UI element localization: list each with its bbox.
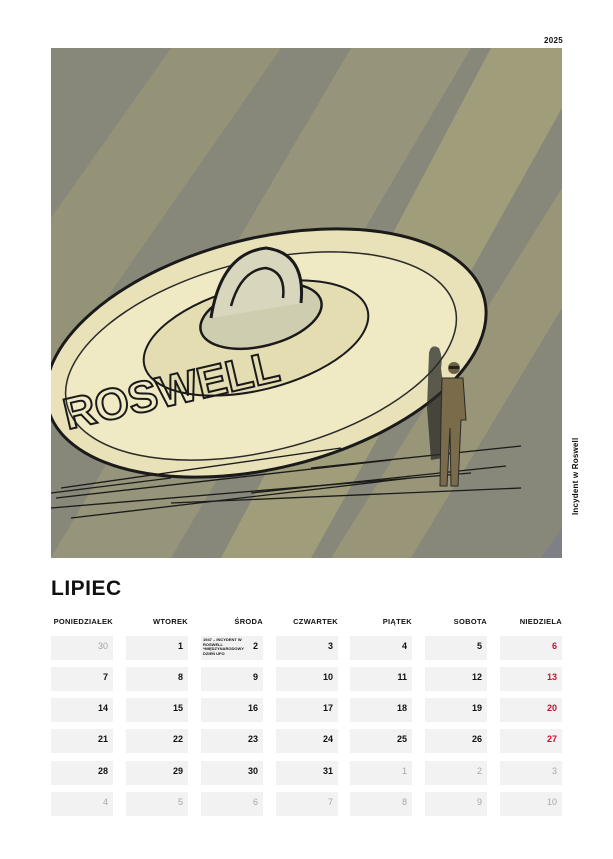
day-cell[interactable]: 28 <box>51 761 113 785</box>
day-number: 23 <box>247 734 258 744</box>
month-title: LIPIEC <box>51 577 122 600</box>
weekday-friday: PIĄTEK <box>382 617 412 626</box>
day-number: 5 <box>476 641 482 651</box>
day-number: 16 <box>247 703 258 713</box>
weekday-tuesday: WTOREK <box>153 617 188 626</box>
day-cell[interactable]: 14 <box>51 698 113 722</box>
day-cell[interactable]: 15 <box>126 698 188 722</box>
day-number: 9 <box>252 672 258 682</box>
day-number: 18 <box>396 703 407 713</box>
day-number: 6 <box>252 797 258 807</box>
day-cell[interactable]: 9 <box>425 792 487 816</box>
day-cell[interactable]: 27 <box>500 729 562 753</box>
weekday-wednesday: ŚRODA <box>234 617 263 626</box>
day-number: 15 <box>172 703 183 713</box>
day-cell[interactable]: 25 <box>350 729 412 753</box>
day-cell[interactable]: 12 <box>425 667 487 691</box>
day-cell[interactable]: 11 <box>350 667 412 691</box>
day-cell[interactable]: 5 <box>126 792 188 816</box>
day-cell[interactable]: 1947 – INCYDENT W ROSWELL *MIĘDZYNARODOW… <box>201 636 263 660</box>
day-cell[interactable]: 10 <box>276 667 338 691</box>
day-number: 30 <box>247 766 258 776</box>
day-cell[interactable]: 8 <box>126 667 188 691</box>
day-number: 8 <box>177 672 183 682</box>
day-cell[interactable]: 9 <box>201 667 263 691</box>
day-cell[interactable]: 23 <box>201 729 263 753</box>
day-number: 3 <box>551 766 557 776</box>
day-cell[interactable]: 21 <box>51 729 113 753</box>
day-cell[interactable]: 3 <box>276 636 338 660</box>
day-number: 24 <box>322 734 333 744</box>
weekday-thursday: CZWARTEK <box>293 617 338 626</box>
day-number: 26 <box>471 734 482 744</box>
day-cell[interactable]: 18 <box>350 698 412 722</box>
day-number: 30 <box>97 641 108 651</box>
day-cell[interactable]: 24 <box>276 729 338 753</box>
day-number: 4 <box>102 797 108 807</box>
day-cell[interactable]: 20 <box>500 698 562 722</box>
day-cell[interactable]: 31 <box>276 761 338 785</box>
weekday-header: PONIEDZIAŁEK WTOREK ŚRODA CZWARTEK PIĄTE… <box>51 617 562 629</box>
day-number: 19 <box>471 703 482 713</box>
day-cell[interactable]: 26 <box>425 729 487 753</box>
day-cell[interactable]: 22 <box>126 729 188 753</box>
day-number: 12 <box>471 672 482 682</box>
day-number: 10 <box>546 797 557 807</box>
day-cell[interactable]: 30 <box>51 636 113 660</box>
day-number: 29 <box>172 766 183 776</box>
day-number: 20 <box>546 703 557 713</box>
weekday-monday: PONIEDZIAŁEK <box>53 617 113 626</box>
day-cell[interactable]: 16 <box>201 698 263 722</box>
day-cell[interactable]: 19 <box>425 698 487 722</box>
day-cell[interactable]: 30 <box>201 761 263 785</box>
day-cell[interactable]: 1 <box>350 761 412 785</box>
day-cell[interactable]: 4 <box>350 636 412 660</box>
day-cell[interactable]: 2 <box>425 761 487 785</box>
day-cell[interactable]: 17 <box>276 698 338 722</box>
day-cell[interactable]: 4 <box>51 792 113 816</box>
day-number: 31 <box>322 766 333 776</box>
roswell-illustration: ROSWELL <box>51 48 562 558</box>
day-number: 6 <box>551 641 557 651</box>
day-number: 4 <box>401 641 407 651</box>
weekday-sunday: NIEDZIELA <box>519 617 562 626</box>
day-number: 10 <box>322 672 333 682</box>
day-number: 7 <box>102 672 108 682</box>
day-number: 14 <box>97 703 108 713</box>
day-cell[interactable]: 7 <box>276 792 338 816</box>
day-number: 13 <box>546 672 557 682</box>
year-label: 2025 <box>544 36 563 45</box>
day-number: 22 <box>172 734 183 744</box>
day-number: 21 <box>97 734 108 744</box>
day-cell[interactable]: 6 <box>201 792 263 816</box>
day-cell[interactable]: 3 <box>500 761 562 785</box>
holiday-note: 1947 – INCYDENT W ROSWELL *MIĘDZYNARODOW… <box>203 637 244 656</box>
day-number: 17 <box>322 703 333 713</box>
day-number: 9 <box>476 797 482 807</box>
day-cell[interactable]: 7 <box>51 667 113 691</box>
day-cell[interactable]: 5 <box>425 636 487 660</box>
day-number: 2 <box>476 766 482 776</box>
calendar-grid: 30 1 1947 – INCYDENT W ROSWELL *MIĘDZYNARO… <box>51 636 562 819</box>
day-cell[interactable]: 1 <box>126 636 188 660</box>
day-number: 11 <box>397 672 407 682</box>
day-cell[interactable]: 29 <box>126 761 188 785</box>
day-cell[interactable]: 13 <box>500 667 562 691</box>
day-cell[interactable]: 8 <box>350 792 412 816</box>
day-cell[interactable]: 10 <box>500 792 562 816</box>
day-number: 2 <box>252 641 258 651</box>
day-number: 27 <box>546 734 557 744</box>
day-number: 5 <box>177 797 183 807</box>
day-number: 1 <box>401 766 407 776</box>
day-number: 1 <box>177 641 183 651</box>
day-number: 28 <box>97 766 108 776</box>
weekday-saturday: SOBOTA <box>453 617 487 626</box>
caption-text: Incydent w Roswell <box>571 437 580 515</box>
day-number: 25 <box>396 734 407 744</box>
day-number: 7 <box>327 797 333 807</box>
day-number: 3 <box>327 641 333 651</box>
day-number: 8 <box>401 797 407 807</box>
day-cell[interactable]: 6 <box>500 636 562 660</box>
